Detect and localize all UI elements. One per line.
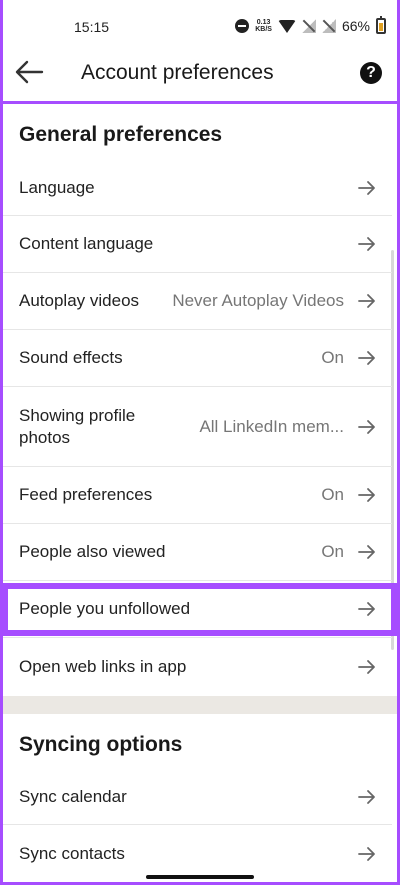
wifi-icon xyxy=(277,19,296,33)
arrow-right-icon xyxy=(358,419,378,435)
row-showing-profile-photos[interactable]: Showing profile photos All LinkedIn mem.… xyxy=(0,387,392,467)
home-indicator[interactable] xyxy=(146,875,254,879)
section-separator xyxy=(0,696,400,714)
app-bar: Account preferences ? xyxy=(0,50,400,100)
arrow-left-icon xyxy=(15,60,44,84)
arrow-right-icon xyxy=(358,601,378,617)
row-content-language[interactable]: Content language xyxy=(0,216,392,273)
help-circle-icon: ? xyxy=(366,64,376,81)
section-title-syncing: Syncing options xyxy=(19,733,183,756)
row-label: Sound effects xyxy=(19,348,123,367)
row-value: On xyxy=(321,348,344,367)
row-value: All LinkedIn mem... xyxy=(199,417,344,436)
no-signal-icon xyxy=(301,19,316,33)
row-label: Sync contacts xyxy=(19,844,125,863)
page-title: Account preferences xyxy=(81,61,274,84)
network-speed-value: 0.13 xyxy=(256,19,271,26)
row-label: Autoplay videos xyxy=(19,291,140,310)
row-feed-preferences[interactable]: Feed preferences On xyxy=(0,467,392,524)
network-speed: 0.13 KB/S xyxy=(255,19,272,33)
status-bar: 15:15 0.13 KB/S 66% xyxy=(0,0,400,50)
arrow-right-icon xyxy=(358,846,378,862)
row-label: Showing profile photos xyxy=(19,406,136,447)
row-label: Open web links in app xyxy=(19,657,187,676)
arrow-right-icon xyxy=(358,236,378,252)
battery-icon xyxy=(376,16,386,34)
row-label: Sync calendar xyxy=(19,787,127,806)
status-icons: 0.13 KB/S 66% xyxy=(235,16,386,36)
row-sound-effects[interactable]: Sound effects On xyxy=(0,330,392,387)
row-value: Never Autoplay Videos xyxy=(172,291,344,310)
back-button[interactable] xyxy=(14,59,50,87)
row-open-web-links[interactable]: Open web links in app xyxy=(0,638,392,696)
row-value: On xyxy=(321,485,344,504)
do-not-disturb-icon xyxy=(235,19,250,33)
row-sync-calendar[interactable]: Sync calendar xyxy=(0,769,392,825)
section-title-general: General preferences xyxy=(19,123,223,146)
arrow-right-icon xyxy=(358,544,378,560)
arrow-right-icon xyxy=(358,659,378,675)
network-speed-unit: KB/S xyxy=(255,26,272,33)
arrow-right-icon xyxy=(358,350,378,366)
row-autoplay-videos[interactable]: Autoplay videos Never Autoplay Videos xyxy=(0,273,392,330)
arrow-right-icon xyxy=(358,487,378,503)
row-label: Feed preferences xyxy=(19,485,153,504)
row-sync-contacts[interactable]: Sync contacts xyxy=(0,825,392,882)
app-bar-divider xyxy=(0,101,400,104)
row-people-also-viewed[interactable]: People also viewed On xyxy=(0,524,392,581)
battery-percent: 66% xyxy=(341,18,370,34)
row-label: People also viewed xyxy=(19,542,166,561)
row-value: On xyxy=(321,542,344,561)
arrow-right-icon xyxy=(358,180,378,196)
status-time: 15:15 xyxy=(74,19,110,35)
arrow-right-icon xyxy=(358,293,378,309)
row-label: Content language xyxy=(19,234,154,253)
help-button[interactable]: ? xyxy=(360,62,382,84)
row-language[interactable]: Language xyxy=(0,160,392,216)
row-people-you-unfollowed[interactable]: People you unfollowed xyxy=(0,581,392,638)
row-label: People you unfollowed xyxy=(19,599,191,618)
arrow-right-icon xyxy=(358,789,378,805)
row-label: Language xyxy=(19,178,95,197)
no-signal-icon-2 xyxy=(321,19,336,33)
